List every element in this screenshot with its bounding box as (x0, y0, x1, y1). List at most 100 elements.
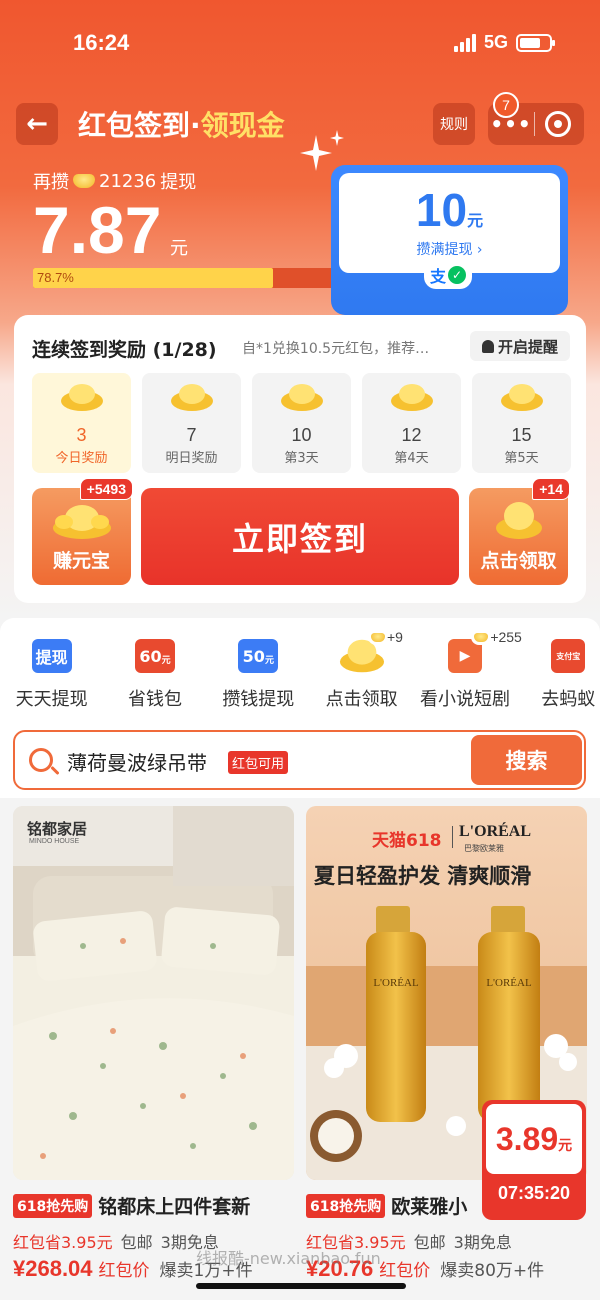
checkin-panel: 连续签到奖励 (1/28) 自*1兑换10.5元红包，推荐您… 开启提醒 3 今… (14, 315, 586, 603)
gold-ingot-icon (501, 384, 543, 411)
shipping-info: 包邮 (120, 1233, 153, 1252)
loreal-logo: L'ORÉAL (459, 823, 532, 840)
claim-reward-button[interactable]: 点击领取 +14 (469, 478, 570, 585)
coin-requirement: 再攒 21236 提现 (33, 168, 196, 194)
shortcut-label: 天天提现 (15, 689, 88, 710)
title-highlight: 领现金 (200, 109, 285, 142)
gold-ingots-icon (53, 505, 111, 539)
balance-amount: 7.87 (33, 193, 162, 267)
coin-prefix: 再攒 (33, 172, 69, 193)
promo-tag: 618抢先购 (13, 1193, 93, 1218)
sold-count: 爆卖80万+件 (440, 1261, 545, 1281)
back-button[interactable]: ← (16, 103, 58, 145)
reward-day: 15 第5天 (472, 373, 571, 473)
wechat-pay-icon: ✓ (448, 266, 467, 284)
shortcut-daily-withdraw[interactable]: 提现 天天提现 (0, 637, 103, 711)
reward-label: 今日奖励 (55, 451, 108, 466)
deal-countdown: 07:35:20 (497, 1183, 571, 1203)
coin-suffix: 提现 (160, 172, 197, 193)
earn-badge: +5493 (79, 478, 133, 500)
tmall-618-logo: 天猫618 (372, 831, 442, 851)
shortcut-row: 提现 天天提现 60 元 省钱包 50 元 攒钱提现 +9 点击领取 ▶ +255 … (0, 629, 600, 711)
loreal-logo-sub: 巴黎欧莱雅 (464, 844, 504, 853)
remind-label: 开启提醒 (497, 337, 558, 356)
product-name: 铭都床上四件套新 (98, 1196, 251, 1218)
bell-icon (481, 339, 494, 353)
checkin-now-button[interactable]: 立即签到 (141, 488, 459, 585)
alipay-app-icon: 支付宝 (545, 637, 591, 675)
shortcut-label: 去蚂蚁 (541, 689, 596, 710)
balance-unit: 元 (170, 238, 188, 259)
search-input[interactable]: 薄荷曼波绿吊带 (67, 747, 207, 776)
gold-ingot-icon (73, 174, 95, 188)
search-bar[interactable]: 薄荷曼波绿吊带 红包可用 搜索 (13, 730, 586, 790)
sparkle-icon (300, 135, 332, 171)
reward-value: 7 (186, 425, 197, 445)
payment-methods: 支 ✓ (424, 261, 473, 289)
claim-badge: +14 (532, 478, 570, 500)
alipay-icon: 支 (430, 267, 447, 286)
shortcut-novels-dramas[interactable]: ▶ +255 看小说短剧 (413, 629, 525, 711)
coin-count: 21236 (99, 170, 157, 192)
price-label: 红包价 (98, 1261, 150, 1281)
bedding-photo (13, 806, 294, 1180)
earn-label: 赚元宝 (52, 550, 110, 572)
product-card[interactable]: 铭都家居 MINDO HOUSE 618抢先购 铭都床上四件套新 红包省3.95… (13, 806, 294, 1281)
shortcut-claim[interactable]: +9 点击领取 (310, 629, 413, 711)
shortcut-saving-pack[interactable]: 60 元 省钱包 (103, 637, 206, 711)
shortcut-label: 攒钱提现 (222, 689, 295, 710)
withdraw-calendar-icon: 提现 (29, 637, 75, 675)
claim-label: 点击领取 (480, 550, 557, 572)
shortcut-label: 省钱包 (127, 689, 182, 710)
withdraw-goal-card[interactable]: 10元 攒满提现 › (331, 165, 568, 315)
goal-amount: 10元 (415, 184, 484, 236)
goal-label: 攒满提现 › (416, 242, 483, 258)
capsule-divider (534, 112, 535, 136)
reward-label: 明日奖励 (165, 451, 218, 466)
product-meta: 红包省3.95元 包邮 3期免息 (13, 1229, 219, 1253)
reward-label: 第4天 (394, 451, 429, 466)
promo-tag: 618抢先购 (306, 1193, 386, 1218)
status-indicators: 5G (453, 32, 555, 53)
gold-ingot-icon (391, 384, 433, 411)
goal-inner: 10元 攒满提现 › (339, 173, 560, 273)
shortcut-ant[interactable]: 支付宝 去蚂蚁 (517, 637, 600, 711)
sparkle-small-icon (330, 130, 344, 146)
product-price: ¥268.04 (13, 1256, 93, 1281)
search-button[interactable]: 搜索 (471, 735, 582, 785)
price-label: 红包价 (379, 1261, 431, 1281)
page-title: 红包签到·领现金 (78, 104, 285, 144)
shortcut-label: 看小说短剧 (419, 689, 510, 710)
arrow-left-icon: ← (26, 109, 48, 139)
title-main: 红包签到· (78, 109, 201, 142)
status-time: 16:24 (73, 30, 130, 55)
product-headline: 夏日轻盈护发 清爽顺滑 (314, 864, 532, 888)
reward-days: 3 今日奖励 7 明日奖励 10 第3天 12 第4天 15 第5天 (32, 373, 571, 473)
gold-ingot-icon (496, 502, 542, 539)
withdraw-progress-bar (33, 268, 338, 288)
earn-ingots-button[interactable]: 赚元宝 +5493 (32, 478, 133, 585)
reward-day: 12 第4天 (362, 373, 461, 473)
progress-label: 78.7% (37, 270, 74, 285)
floating-deal-widget[interactable]: 3.89 元 07:35:20 (482, 1100, 586, 1220)
reward-day: 7 明日奖励 (142, 373, 241, 473)
gold-ingot-icon (281, 384, 323, 411)
search-icon (29, 748, 53, 772)
gold-ingot-icon (61, 384, 103, 411)
red-packet-tag: 红包可用 (228, 751, 289, 774)
enable-reminder-button[interactable]: 开启提醒 (470, 331, 570, 361)
reward-value: 12 (401, 425, 422, 445)
save-amount: 红包省3.95元 (13, 1233, 113, 1252)
reward-label: 第3天 (284, 451, 319, 466)
shipping-info: 包邮 (413, 1233, 446, 1252)
battery-icon (516, 33, 555, 52)
reward-day: 10 第3天 (252, 373, 351, 473)
shortcut-badge: +9 (367, 629, 406, 645)
rules-button[interactable]: 规则 (433, 103, 475, 145)
banner-divider (452, 826, 453, 848)
reward-value: 15 (511, 425, 532, 445)
close-mini-program-icon[interactable] (545, 111, 571, 137)
product-image-bedding: 铭都家居 MINDO HOUSE (13, 806, 294, 1180)
shortcut-save-withdraw[interactable]: 50 元 攒钱提现 (207, 637, 310, 711)
reward-value: 3 (76, 425, 87, 445)
